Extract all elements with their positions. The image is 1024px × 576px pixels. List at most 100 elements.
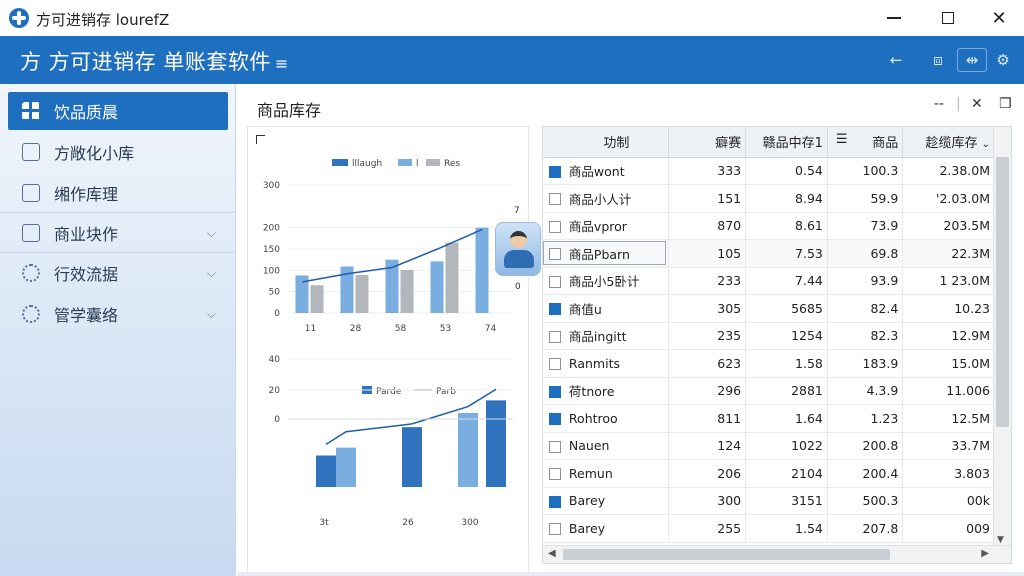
cell-value: 4.3.9 — [827, 377, 904, 405]
table-row[interactable]: 商品wont 333 0.54 100.3 2.38.0M — [543, 157, 995, 185]
cell-value: 206 — [668, 459, 747, 488]
cell-value: 296 — [668, 377, 747, 405]
scroll-left-icon[interactable]: ◀ — [548, 548, 556, 559]
chevron-down-icon[interactable]: ⌵ — [207, 266, 216, 281]
row-checkbox[interactable] — [549, 330, 561, 343]
row-checkbox[interactable] — [549, 468, 561, 481]
split-view-icon[interactable]: ⇹ — [957, 48, 987, 72]
cell-value: 207.8 — [827, 514, 904, 543]
sidebar-item-label: 管学囊络 — [54, 306, 119, 325]
horizontal-scroll-thumb[interactable] — [563, 549, 890, 560]
table-row[interactable]: Nauen 124 1022 200.8 33.7M — [543, 432, 995, 460]
scroll-right-icon[interactable]: ▶ — [981, 548, 989, 559]
row-checkbox[interactable] — [549, 413, 561, 426]
column-menu-icon[interactable]: ☰ — [836, 132, 848, 147]
cell-value: 10.23 — [902, 294, 995, 323]
cell-value: 82.3 — [827, 322, 904, 350]
device-icon[interactable]: ⧈ — [925, 48, 951, 72]
column-header-4[interactable]: 趁缆库存 ⌄ — [902, 127, 995, 158]
cell-value: 1.54 — [745, 514, 828, 543]
sidebar-item-3[interactable]: 商业块作 ⌵ — [0, 214, 236, 252]
bar — [402, 427, 422, 487]
row-checkbox[interactable] — [549, 248, 561, 261]
header-checkbox-cell — [543, 127, 565, 158]
chevron-down-icon[interactable]: ⌵ — [207, 307, 216, 322]
table-row[interactable]: 商品小5卧计 233 7.44 93.9 1 23.0M — [543, 267, 995, 295]
table-row[interactable]: 商品小人计 151 8.94 59.9'2.03.0M — [543, 184, 995, 213]
app-window: 方可进销存 lourefZ ✕ 方 方可进销存 单账套软件 ≡ ← ⧈ ⇹ ⚙ 饮… — [0, 0, 1024, 576]
back-arrow-icon[interactable]: ← — [883, 48, 909, 72]
x-tick-label: 11 — [305, 324, 316, 334]
cell-value: 59.9 — [827, 184, 904, 213]
cell-value: 200.8 — [827, 432, 904, 460]
row-checkbox[interactable] — [549, 495, 561, 508]
x-tick-label: 74 — [485, 324, 497, 334]
cell-value: 82.4 — [827, 294, 904, 323]
row-checkbox[interactable] — [549, 523, 561, 536]
legend-swatch — [332, 159, 348, 166]
sidebar-item-label: 方敞化小库 — [54, 144, 135, 163]
bar-series-2 — [355, 275, 369, 313]
bar-series-2 — [310, 285, 324, 313]
column-header-1[interactable]: 癖赛 — [668, 127, 747, 158]
sort-icon[interactable]: ⌄ — [982, 139, 990, 150]
panel-restore-button[interactable]: ❐ — [999, 96, 1012, 112]
cell-value: 12.9M — [902, 322, 995, 350]
row-checkbox-cell — [543, 239, 565, 268]
table-row[interactable]: 商值u 305 5685 82.4 10.23 — [543, 294, 995, 323]
row-checkbox[interactable] — [549, 385, 561, 398]
horizontal-scrollbar[interactable]: ◀ ▶ — [543, 545, 1011, 563]
row-checkbox-cell — [543, 212, 565, 240]
column-header-3[interactable]: ☰ 商品 — [827, 127, 904, 158]
row-checkbox[interactable] — [549, 193, 561, 206]
maximize-button[interactable] — [936, 6, 960, 30]
hamburger-icon[interactable]: ≡ — [275, 54, 289, 73]
sidebar-item-2[interactable]: 缃作库理 — [0, 174, 236, 212]
table-row[interactable]: 商品vpror 870 8.61 73.9 203.5M — [543, 212, 995, 240]
cell-value: 124 — [668, 432, 747, 460]
column-header-0[interactable]: 功制 — [564, 127, 669, 158]
row-checkbox[interactable] — [549, 440, 561, 453]
close-button[interactable]: ✕ — [987, 6, 1011, 30]
book-icon — [22, 143, 40, 161]
table-row[interactable]: 商品ingitt 235 1254 82.3 12.9M — [543, 322, 995, 350]
row-checkbox[interactable] — [549, 165, 561, 178]
sidebar-item-1[interactable]: 方敞化小库 — [0, 133, 236, 171]
cell-value: 200.4 — [827, 459, 904, 488]
vertical-scroll-thumb[interactable] — [996, 157, 1009, 427]
vertical-scrollbar[interactable]: ▼ — [993, 127, 1011, 547]
panel-minimize-button[interactable]: -- — [934, 96, 944, 112]
cell-value: 1022 — [745, 432, 828, 460]
cell-value: 233 — [668, 267, 747, 295]
table-row[interactable]: Remun 206 2104 200.4 3.803 — [543, 459, 995, 488]
avatar[interactable] — [495, 222, 541, 276]
sidebar-item-5[interactable]: 管学囊络 ⌵ — [0, 295, 236, 333]
row-checkbox[interactable] — [549, 358, 561, 371]
panel-close-button[interactable]: ✕ — [971, 96, 983, 112]
table-row[interactable]: 荷tnore 296 2881 4.3.9 11.006 — [543, 377, 995, 405]
table-row[interactable]: Barey 300 3151 500.3 00k — [543, 487, 995, 515]
table-row[interactable]: Rohtroo 811 1.64 1.23 12.5M — [543, 404, 995, 433]
cell-value: 300 — [668, 487, 747, 515]
row-checkbox-cell — [543, 487, 565, 515]
row-checkbox[interactable] — [549, 220, 561, 233]
row-checkbox[interactable] — [549, 303, 561, 316]
bottom-edge — [237, 572, 1024, 576]
column-header-2[interactable]: 赣品中存1 — [745, 127, 828, 158]
row-checkbox[interactable] — [549, 275, 561, 288]
bar — [486, 400, 506, 487]
settings-gear-icon[interactable]: ⚙ — [990, 48, 1016, 72]
chevron-down-icon[interactable]: ⌵ — [207, 226, 216, 241]
page-title: 商品库存 — [257, 101, 322, 120]
sidebar-item-0[interactable]: 饮品质晨 — [8, 92, 228, 130]
table-row[interactable]: Barey 255 1.54 207.8 009 — [543, 514, 995, 543]
avatar-head — [510, 231, 527, 248]
cell-value: 12.5M — [902, 404, 995, 433]
minimize-button[interactable] — [882, 6, 906, 30]
sidebar-item-4[interactable]: 行效流据 ⌵ — [0, 254, 236, 292]
scroll-down-icon[interactable]: ▼ — [997, 535, 1004, 545]
cell-value: 2.38.0M — [902, 157, 995, 185]
table-row[interactable]: 商品Pbarn 105 7.53 69.8 22.3M — [543, 239, 995, 268]
row-checkbox-cell — [543, 459, 565, 488]
table-row[interactable]: Ranmits 623 1.58 183.9 15.0M — [543, 349, 995, 378]
